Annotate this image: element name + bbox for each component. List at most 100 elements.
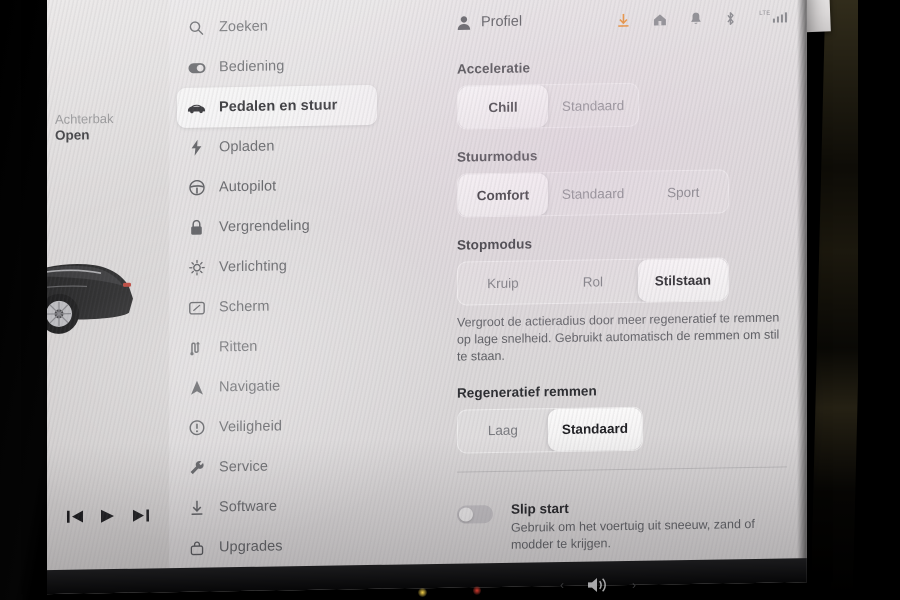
sidebar-item-verlichting[interactable]: Verlichting [177, 245, 377, 288]
sidebar-item-label: Zoeken [218, 18, 268, 36]
bluetooth-icon[interactable] [725, 11, 736, 26]
sidebar-item-label: Upgrades [218, 538, 283, 556]
section-regeneratief-remmen: Regeneratief remmen Laag Standaard [456, 380, 787, 473]
display-icon [187, 301, 206, 315]
regeneratief-option-laag[interactable]: Laag [458, 409, 548, 452]
section-title: Stuurmodus [456, 148, 538, 165]
stuurmodus-segmented-control: Comfort Standaard Sport [456, 169, 730, 218]
section-title: Acceleratie [456, 60, 531, 77]
trunk-status-label: Achterbak [54, 110, 114, 127]
tesla-touchscreen-photo: ⬇ SOS Achterbak Open [0, 0, 900, 600]
section-stuurmodus: Stuurmodus Comfort Standaard Sport [456, 144, 787, 218]
settings-panel: Zoeken Bediening Pedalen en stuur Oplade… [168, 0, 807, 569]
sidebar-item-upgrades[interactable]: Upgrades [177, 525, 377, 568]
sidebar-item-label: Pedalen en stuur [218, 97, 338, 116]
bag-icon [187, 540, 206, 555]
acceleratie-option-standaard[interactable]: Standaard [548, 84, 638, 127]
stopmodus-option-rol[interactable]: Rol [548, 260, 638, 303]
profile-button[interactable]: Profiel [457, 14, 522, 31]
lte-label: LTE [759, 10, 771, 17]
content-header: Profiel LTE [457, 4, 787, 35]
trunk-status: Achterbak Open [55, 110, 167, 144]
sun-icon [187, 259, 206, 276]
sidebar-item-label: Ritten [218, 338, 258, 356]
center-display: Achterbak Open Zoeken Bediening Pedalen … [47, 0, 807, 595]
stopmodus-option-stilstaan[interactable]: Stilstaan [637, 258, 728, 302]
volume-left-chevron-icon[interactable]: ‹ [560, 578, 564, 592]
vehicle-card: Achterbak Open [47, 0, 169, 571]
sidebar-item-label: Navigatie [218, 378, 281, 396]
settings-sidebar: Zoeken Bediening Pedalen en stuur Oplade… [169, 0, 385, 568]
sidebar-item-zoeken[interactable]: Zoeken [177, 5, 377, 48]
media-controls [47, 486, 169, 546]
slip-start-text: Slip start Gebruik om het voertuig uit s… [511, 497, 787, 553]
sidebar-item-navigatie[interactable]: Navigatie [177, 365, 377, 408]
ambient-light-red [473, 586, 481, 595]
ambient-light-yellow [418, 588, 427, 597]
sidebar-item-label: Opladen [218, 138, 275, 156]
sidebar-item-label: Service [218, 458, 269, 476]
search-icon [187, 20, 206, 35]
slip-start-toggle[interactable] [456, 504, 493, 524]
previous-track-icon[interactable] [66, 508, 85, 524]
section-title: Stopmodus [456, 236, 533, 253]
home-icon[interactable] [653, 13, 667, 26]
vehicle-render[interactable] [47, 220, 163, 353]
regeneratief-option-standaard[interactable]: Standaard [547, 407, 642, 451]
sidebar-item-autopilot[interactable]: Autopilot [177, 165, 377, 208]
sidebar-item-bediening[interactable]: Bediening [177, 45, 377, 88]
steering-wheel-icon [187, 179, 206, 196]
sidebar-item-service[interactable]: Service [177, 445, 377, 488]
content-divider [456, 466, 787, 473]
sidebar-item-label: Vergrendeling [218, 217, 310, 236]
settings-content: Profiel LTE Acceleratie Chill Standaard … [385, 0, 807, 565]
sidebar-item-opladen[interactable]: Opladen [177, 125, 377, 168]
status-icon-tray: LTE [617, 10, 787, 28]
sidebar-item-veiligheid[interactable]: Veiligheid [177, 405, 377, 448]
stopmodus-helper-text: Vergroot de actieradius door meer regene… [456, 310, 780, 364]
stuurmodus-option-standaard[interactable]: Standaard [548, 172, 638, 215]
route-icon [187, 340, 206, 356]
lte-signal-icon: LTE [759, 10, 787, 23]
section-acceleratie: Acceleratie Chill Standaard [456, 56, 787, 130]
sidebar-item-ritten[interactable]: Ritten [177, 325, 377, 368]
acceleratie-segmented-control: Chill Standaard [456, 82, 640, 130]
sidebar-item-label: Autopilot [218, 178, 277, 196]
sidebar-item-label: Bediening [218, 58, 285, 76]
toggle-icon [187, 62, 206, 73]
sidebar-item-scherm[interactable]: Scherm [177, 285, 377, 328]
stuurmodus-option-sport[interactable]: Sport [638, 170, 728, 213]
volume-right-chevron-icon[interactable]: › [632, 578, 636, 592]
trunk-status-value: Open [54, 127, 90, 143]
person-icon [457, 15, 471, 30]
stopmodus-option-kruip[interactable]: Kruip [458, 261, 548, 304]
sidebar-item-label: Veiligheid [218, 418, 283, 436]
regeneratief-segmented-control: Laag Standaard [456, 406, 643, 454]
screen-edge-shadow [796, 0, 807, 583]
speaker-icon[interactable] [586, 576, 610, 594]
section-stopmodus: Stopmodus Kruip Rol Stilstaan Vergroot d… [456, 232, 787, 365]
volume-control[interactable]: ‹ › [560, 576, 636, 594]
alert-circle-icon [187, 420, 206, 436]
stuurmodus-option-comfort[interactable]: Comfort [457, 173, 548, 217]
sidebar-item-label: Scherm [218, 298, 270, 316]
sidebar-item-vergrendeling[interactable]: Vergrendeling [177, 205, 377, 248]
bell-icon[interactable] [690, 12, 702, 26]
sidebar-item-software[interactable]: Software [177, 485, 377, 528]
signal-bars [772, 12, 787, 23]
cabin-right-dark [858, 0, 900, 600]
slip-start-description: Gebruik om het voertuig uit sneeuw, zand… [510, 516, 755, 552]
acceleratie-option-chill[interactable]: Chill [457, 85, 548, 129]
next-track-icon[interactable] [131, 507, 150, 523]
lightning-bolt-icon [187, 139, 206, 156]
slip-start-title: Slip start [510, 500, 569, 517]
sidebar-item-pedalen-en-stuur[interactable]: Pedalen en stuur [176, 84, 377, 128]
wrench-icon [187, 460, 206, 476]
play-icon[interactable] [99, 508, 116, 524]
download-icon[interactable] [617, 12, 630, 27]
navigation-arrow-icon [187, 380, 206, 396]
sidebar-item-label: Verlichting [218, 258, 287, 276]
car-icon [187, 102, 206, 114]
sidebar-item-label: Software [218, 498, 278, 516]
stopmodus-segmented-control: Kruip Rol Stilstaan [456, 257, 729, 306]
